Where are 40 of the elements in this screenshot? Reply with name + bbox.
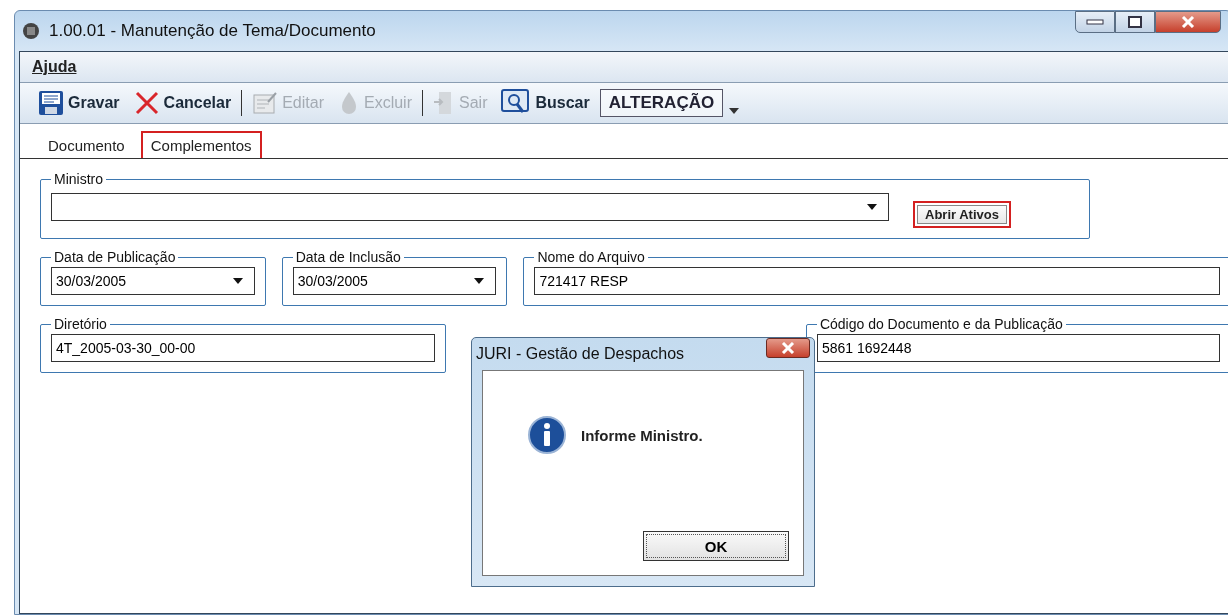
- toolbar-button[interactable]: Gravar: [34, 88, 124, 118]
- date-dropdown[interactable]: 30/03/2005: [51, 267, 255, 295]
- dialog-message: Informe Ministro.: [581, 426, 703, 444]
- app-icon: [21, 21, 41, 41]
- group-label: Ministro: [53, 171, 104, 187]
- text-field[interactable]: 721417 RESP: [534, 267, 1220, 295]
- info-icon: [527, 415, 567, 455]
- dropdown-field[interactable]: [51, 193, 889, 221]
- menu-item[interactable]: Ajuda: [32, 58, 77, 76]
- form-edit-icon: [252, 90, 279, 116]
- toolbar-button[interactable]: Cancelar: [129, 88, 236, 118]
- group-label: Data de Publicação: [53, 249, 177, 265]
- close-button[interactable]: [1155, 11, 1221, 33]
- date-dropdown[interactable]: 30/03/2005: [292, 267, 497, 295]
- text-field[interactable]: 5861 1692448: [816, 334, 1220, 362]
- group-label: Código do Documento e da Publicação: [818, 316, 1064, 332]
- tab[interactable]: Documento: [38, 131, 135, 158]
- close-icon: [781, 342, 795, 354]
- dropdown-arrow-icon[interactable]: [231, 277, 244, 285]
- ok-button[interactable]: OK: [643, 531, 789, 561]
- toolbar-button[interactable]: Buscar: [497, 87, 594, 119]
- close-icon: [1181, 16, 1195, 28]
- group-label: Nome do Arquivo: [536, 249, 646, 265]
- maximize-button[interactable]: [1115, 11, 1155, 33]
- cross-icon: [133, 90, 160, 116]
- window-title: 1.00.01 - Manutenção de Tema/Documento: [49, 21, 376, 41]
- dropdown-arrow-icon[interactable]: [473, 277, 486, 285]
- minimize-icon: [1086, 19, 1104, 25]
- open-active-button[interactable]: Abrir Ativos: [913, 201, 1011, 228]
- close-button[interactable]: [766, 338, 810, 358]
- text-field[interactable]: 4T_2005-03-30_00-00: [51, 334, 435, 362]
- group-label: Diretório: [53, 316, 108, 332]
- minimize-button[interactable]: [1075, 11, 1115, 33]
- dropdown-arrow-icon[interactable]: [729, 108, 740, 114]
- group-label: Data de Inclusão: [294, 249, 402, 265]
- dialog-title: JURI - Gestão de Despachos: [476, 345, 685, 363]
- tab[interactable]: Complementos: [140, 131, 262, 158]
- mode-indicator: ALTERAÇÃO: [599, 89, 724, 117]
- dropdown-arrow-icon[interactable]: [866, 203, 878, 211]
- maximize-icon: [1128, 16, 1142, 28]
